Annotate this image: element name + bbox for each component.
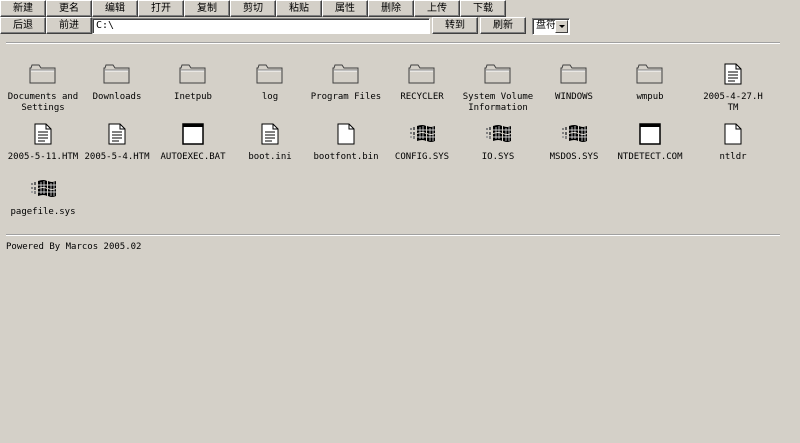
text-document-icon <box>701 63 765 88</box>
file-item[interactable]: Downloads <box>78 63 156 103</box>
batch-window-icon <box>611 123 689 148</box>
file-item[interactable]: CONFIG.SYS <box>383 123 461 163</box>
delete-button[interactable]: 删除 <box>368 0 414 17</box>
file-item-label: pagefile.sys <box>10 207 76 217</box>
file-item-label: MSDOS.SYS <box>549 152 599 162</box>
file-item[interactable]: AUTOEXEC.BAT <box>154 123 232 163</box>
file-item[interactable]: IO.SYS <box>459 123 537 163</box>
file-item[interactable]: System Volume Information <box>459 63 537 114</box>
file-item-label: 2005-5-11.HTM <box>7 152 79 162</box>
file-item[interactable]: WINDOWS <box>535 63 613 103</box>
text-document-icon <box>4 123 82 148</box>
folder-icon <box>78 63 156 88</box>
text-document-icon <box>231 123 309 148</box>
blank-document-icon <box>307 123 385 148</box>
folder-icon <box>611 63 689 88</box>
folder-icon <box>535 63 613 88</box>
file-item-label: bootfont.bin <box>313 152 379 162</box>
file-item-label: log <box>261 92 279 102</box>
folder-icon <box>231 63 309 88</box>
file-item-label: WINDOWS <box>555 92 593 102</box>
file-item[interactable]: Program Files <box>307 63 385 103</box>
file-item[interactable]: log <box>231 63 309 103</box>
file-item-label: Documents and Settings <box>7 92 79 113</box>
folder-icon <box>307 63 385 88</box>
file-item-label: 2005-4-27.HTM <box>703 92 763 113</box>
file-item-label: Program Files <box>310 92 382 102</box>
file-item-label: CONFIG.SYS <box>394 152 450 162</box>
folder-icon <box>4 63 82 88</box>
file-item-label: boot.ini <box>248 152 292 162</box>
windows-system-icon <box>535 123 613 148</box>
new-button[interactable]: 新建 <box>0 0 46 17</box>
file-item-label: ntldr <box>719 152 747 162</box>
divider-bottom <box>6 234 780 236</box>
file-item[interactable]: MSDOS.SYS <box>535 123 613 163</box>
upload-button[interactable]: 上传 <box>414 0 460 17</box>
folder-icon <box>154 63 232 88</box>
footer-credit: Powered By Marcos 2005.02 <box>6 242 142 252</box>
text-document-icon <box>78 123 156 148</box>
rename-button[interactable]: 更名 <box>46 0 92 17</box>
file-item-label: RECYCLER <box>400 92 444 102</box>
file-item[interactable]: bootfont.bin <box>307 123 385 163</box>
windows-system-icon <box>4 178 82 203</box>
chevron-down-icon[interactable] <box>555 20 568 33</box>
file-item[interactable]: wmpub <box>611 63 689 103</box>
toolbar-row-navigation: 后退 前进 <box>0 17 92 34</box>
batch-window-icon <box>154 123 232 148</box>
file-item-label: IO.SYS <box>481 152 515 162</box>
path-input[interactable]: C:\ <box>92 18 430 34</box>
copy-button[interactable]: 复制 <box>184 0 230 17</box>
file-item-label: NTDETECT.COM <box>617 152 683 162</box>
windows-system-icon <box>459 123 537 148</box>
file-item[interactable]: 2005-5-11.HTM <box>4 123 82 163</box>
back-button[interactable]: 后退 <box>0 17 46 34</box>
drive-select[interactable]: 盘符 <box>532 18 570 35</box>
open-button[interactable]: 打开 <box>138 0 184 17</box>
blank-document-icon <box>701 123 765 148</box>
cut-button[interactable]: 剪切 <box>230 0 276 17</box>
refresh-button[interactable]: 刷新 <box>480 17 526 34</box>
file-item[interactable]: Documents and Settings <box>4 63 82 114</box>
toolbar-row-main: 新建 更名 编辑 打开 复制 剪切 粘贴 属性 删除 上传 下载 <box>0 0 506 17</box>
file-item[interactable]: ntldr <box>701 123 765 163</box>
file-item-label: AUTOEXEC.BAT <box>160 152 226 162</box>
file-item-label: System Volume Information <box>462 92 534 113</box>
file-item[interactable]: boot.ini <box>231 123 309 163</box>
drive-select-value: 盘符 <box>536 20 556 31</box>
file-item-label: Inetpub <box>174 92 212 102</box>
file-item[interactable]: pagefile.sys <box>4 178 82 218</box>
file-item-label: Downloads <box>92 92 142 102</box>
properties-button[interactable]: 属性 <box>322 0 368 17</box>
file-item[interactable]: RECYCLER <box>383 63 461 103</box>
file-item[interactable]: NTDETECT.COM <box>611 123 689 163</box>
goto-button[interactable]: 转到 <box>432 17 478 34</box>
file-item-label: 2005-5-4.HTM <box>84 152 150 162</box>
file-item-label: wmpub <box>636 92 664 102</box>
folder-icon <box>383 63 461 88</box>
file-item[interactable]: Inetpub <box>154 63 232 103</box>
forward-button[interactable]: 前进 <box>46 17 92 34</box>
file-item[interactable]: 2005-4-27.HTM <box>701 63 765 114</box>
file-item[interactable]: 2005-5-4.HTM <box>78 123 156 163</box>
edit-button[interactable]: 编辑 <box>92 0 138 17</box>
download-button[interactable]: 下载 <box>460 0 506 17</box>
folder-icon <box>459 63 537 88</box>
paste-button[interactable]: 粘贴 <box>276 0 322 17</box>
windows-system-icon <box>383 123 461 148</box>
divider-top <box>6 42 780 44</box>
